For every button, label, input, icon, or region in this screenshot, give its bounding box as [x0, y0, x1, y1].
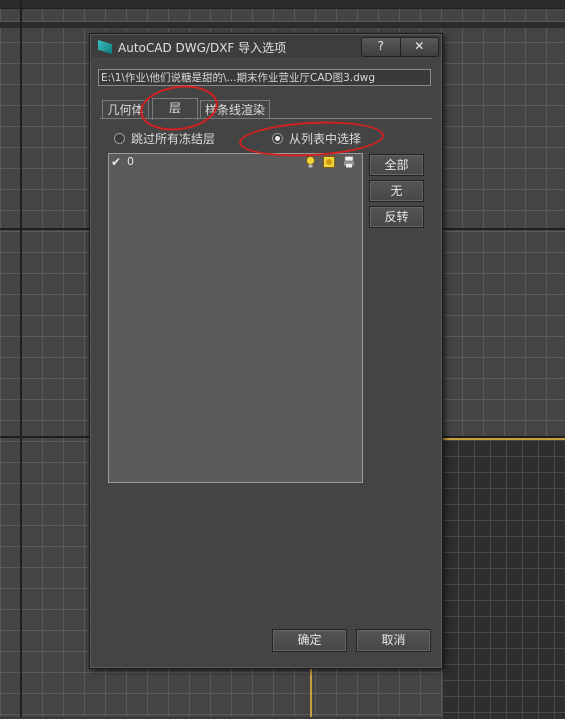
invert-selection-button[interactable]: 反转: [369, 206, 424, 228]
select-all-button[interactable]: 全部: [369, 154, 424, 176]
layer-name: 0: [127, 155, 134, 168]
printer-icon: [343, 156, 355, 168]
file-path-field[interactable]: E:\1\作业\他们说糖是甜的\...期末作业营业厅CAD图3.dwg: [98, 69, 431, 86]
radio-skip-frozen[interactable]: 跳过所有冻结层: [114, 130, 215, 147]
top-toolbar-strip: [0, 0, 565, 9]
dialog-title: AutoCAD DWG/DXF 导入选项: [118, 41, 287, 55]
bulb-icon: [304, 156, 316, 168]
viewport-header-strip: [0, 22, 565, 28]
cancel-button[interactable]: 取消: [356, 629, 431, 652]
3dsmax-app-icon: [98, 40, 112, 54]
select-none-button[interactable]: 无: [369, 180, 424, 202]
radio-skip-frozen-label: 跳过所有冻结层: [131, 132, 216, 146]
sun-icon: [323, 156, 335, 168]
list-item[interactable]: ✔ 0: [109, 154, 362, 170]
layer-checkbox[interactable]: ✔: [111, 155, 121, 169]
radio-skip-frozen-indicator[interactable]: [114, 133, 125, 144]
close-button[interactable]: ✕: [400, 38, 438, 56]
viewport-axis-line: [20, 0, 22, 717]
layer-list[interactable]: ✔ 0: [108, 153, 363, 483]
perspective-viewport: [442, 438, 565, 719]
ok-button[interactable]: 确定: [272, 629, 347, 652]
dialog-titlebar[interactable]: AutoCAD DWG/DXF 导入选项 ? ✕: [91, 35, 441, 57]
help-button[interactable]: ?: [362, 38, 401, 56]
titlebar-buttons: ? ✕: [361, 37, 439, 57]
